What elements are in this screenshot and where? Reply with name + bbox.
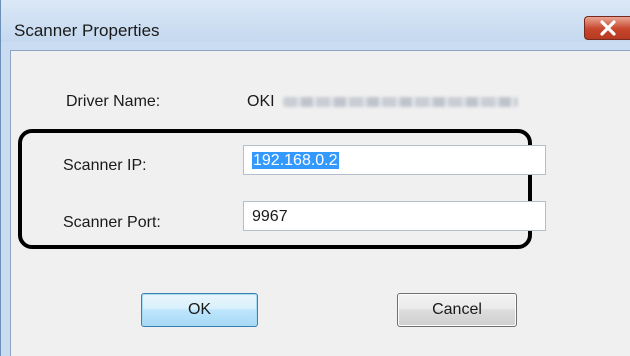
scanner-ip-label: Scanner IP: <box>63 157 147 174</box>
scanner-ip-input[interactable]: 192.168.0.2 <box>243 145 546 175</box>
title-bar[interactable]: Scanner Properties <box>1 0 630 42</box>
driver-name-value-row: OKI <box>247 93 518 111</box>
driver-name-value: OKI <box>247 93 275 110</box>
close-button[interactable] <box>584 16 630 40</box>
scanner-properties-dialog: Scanner Properties Driver Name: OKI Scan… <box>0 0 630 356</box>
window-title: Scanner Properties <box>14 21 160 40</box>
scanner-port-label: Scanner Port: <box>63 214 161 231</box>
ok-button[interactable]: OK <box>141 293 258 327</box>
cancel-button[interactable]: Cancel <box>397 293 517 327</box>
ok-button-label: OK <box>187 301 212 318</box>
close-icon <box>599 20 617 36</box>
redacted-driver-model <box>282 96 518 107</box>
driver-name-label: Driver Name: <box>66 93 161 110</box>
scanner-port-input[interactable]: 9967 <box>243 201 546 231</box>
scanner-ip-value: 192.168.0.2 <box>252 152 339 169</box>
dialog-content: Driver Name: OKI Scanner IP: 192.168.0.2… <box>10 50 630 356</box>
cancel-button-label: Cancel <box>432 301 482 318</box>
scanner-port-value: 9967 <box>252 208 288 225</box>
